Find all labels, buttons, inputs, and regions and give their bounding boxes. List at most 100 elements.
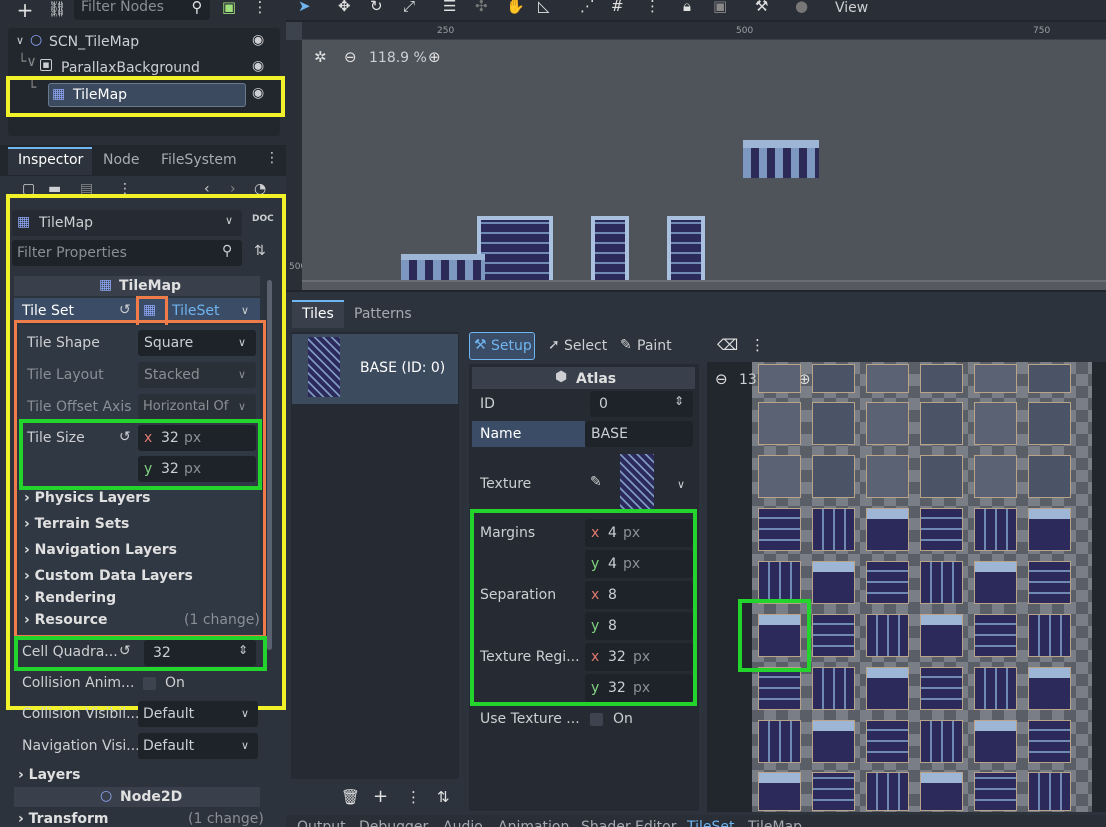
atlas-tile[interactable]: [974, 720, 1017, 763]
atlas-tile[interactable]: [1028, 364, 1071, 393]
atlas-tile[interactable]: [812, 614, 855, 657]
atlas-tile[interactable]: [920, 561, 963, 604]
atlas-tile[interactable]: [866, 720, 909, 763]
tab-debugger[interactable]: Debugger: [359, 819, 428, 827]
tab-shader-editor[interactable]: Shader Editor: [581, 819, 676, 827]
atlas-tile[interactable]: [758, 402, 801, 445]
instance-scene-icon[interactable]: ▣: [218, 0, 240, 16]
atlas-tile[interactable]: [920, 772, 963, 811]
atlas-tile[interactable]: [758, 561, 801, 604]
more-icon[interactable]: ⋮: [265, 150, 279, 166]
group-icon[interactable]: ▣: [713, 0, 727, 15]
atlas-tile[interactable]: [812, 402, 855, 445]
scale-tool-icon[interactable]: ⤢: [403, 0, 415, 15]
atlas-tile[interactable]: [920, 402, 963, 445]
atlas-tile[interactable]: [974, 772, 1017, 811]
atlas-tile[interactable]: [974, 455, 1017, 498]
grid-snap-icon[interactable]: #: [611, 0, 624, 15]
move-tool-icon[interactable]: ✥: [338, 0, 351, 15]
select-mode-button[interactable]: Select: [564, 338, 607, 354]
tab-output[interactable]: Output: [297, 819, 346, 827]
select-tool-icon[interactable]: ➤: [298, 0, 311, 15]
sort-icon[interactable]: ⇅: [437, 788, 450, 806]
atlas-tile[interactable]: [812, 720, 855, 763]
tab-tilemap[interactable]: TileMap: [748, 819, 802, 827]
atlas-tile[interactable]: [920, 508, 963, 551]
atlas-tile[interactable]: [812, 508, 855, 551]
atlas-tile[interactable]: [866, 772, 909, 811]
more-icon[interactable]: ⋮: [406, 788, 421, 806]
texture-edit-icon[interactable]: ✎: [590, 474, 602, 490]
atlas-tile[interactable]: [1028, 772, 1071, 811]
atlas-tile[interactable]: [758, 772, 801, 811]
atlas-tile[interactable]: [812, 364, 855, 393]
view-menu[interactable]: View: [835, 0, 868, 16]
tab-filesystem[interactable]: FileSystem: [161, 152, 237, 168]
pan-tool-icon[interactable]: ✋: [506, 0, 525, 15]
zoom-out-icon[interactable]: ⊖: [344, 48, 357, 66]
smart-snap-icon[interactable]: ⋰: [580, 0, 595, 15]
atlas-tile[interactable]: [1028, 402, 1071, 445]
more-icon[interactable]: ⋮: [645, 0, 660, 15]
atlas-tile[interactable]: [1028, 455, 1071, 498]
use-texture-checkbox[interactable]: [590, 713, 603, 726]
add-node-icon[interactable]: +: [14, 0, 36, 22]
atlas-tile[interactable]: [1028, 720, 1071, 763]
atlas-tile[interactable]: [920, 614, 963, 657]
atlas-tile[interactable]: [1028, 614, 1071, 657]
tab-animation[interactable]: Animation: [498, 819, 569, 827]
camera-override-icon[interactable]: ●: [795, 0, 808, 15]
atlas-tile[interactable]: [812, 667, 855, 710]
chevron-down-icon[interactable]: ∨: [677, 478, 685, 491]
atlas-tile[interactable]: [974, 614, 1017, 657]
atlas-tile[interactable]: [1028, 508, 1071, 551]
atlas-tile[interactable]: [758, 720, 801, 763]
zoom-out-icon[interactable]: ⊖: [715, 370, 728, 388]
atlas-tile[interactable]: [974, 561, 1017, 604]
atlas-tile[interactable]: [974, 508, 1017, 551]
atlas-tile[interactable]: [866, 667, 909, 710]
link-icon[interactable]: ⛓: [46, 0, 68, 18]
add-icon[interactable]: +: [373, 786, 388, 807]
atlas-tile[interactable]: [866, 364, 909, 393]
atlas-tile[interactable]: [920, 364, 963, 393]
atlas-tile[interactable]: [758, 667, 801, 710]
ruler-tool-icon[interactable]: ◺: [538, 0, 550, 15]
rotate-tool-icon[interactable]: ↻: [370, 0, 383, 15]
skeleton-icon[interactable]: ⚒: [755, 0, 768, 15]
atlas-tile[interactable]: [866, 455, 909, 498]
atlas-tile[interactable]: [866, 508, 909, 551]
atlas-tile[interactable]: [758, 508, 801, 551]
atlas-tile[interactable]: [974, 364, 1017, 393]
atlas-tile[interactable]: [1028, 561, 1071, 604]
atlas-tile[interactable]: [758, 455, 801, 498]
pivot-icon[interactable]: ✣: [475, 0, 488, 15]
atlas-tile[interactable]: [920, 720, 963, 763]
tab-node[interactable]: Node: [103, 152, 140, 168]
atlas-tile[interactable]: [920, 667, 963, 710]
layers-section[interactable]: › Layers: [18, 767, 80, 783]
tab-tileset[interactable]: TileSet: [687, 819, 735, 827]
spin-arrows-icon[interactable]: ⇕: [674, 394, 684, 408]
more-icon[interactable]: ⋮: [250, 0, 270, 16]
visibility-eye-icon[interactable]: ◉: [252, 32, 264, 48]
collapse-icon[interactable]: ∨: [16, 34, 24, 47]
more-icon[interactable]: ⋮: [750, 336, 765, 354]
tab-patterns[interactable]: Patterns: [354, 306, 412, 322]
atlas-tile[interactable]: [812, 772, 855, 811]
atlas-tile[interactable]: [974, 402, 1017, 445]
zoom-level[interactable]: 118.9 %: [369, 50, 427, 66]
atlas-tile[interactable]: [1028, 667, 1071, 710]
tree-row-scn-tilemap[interactable]: ∨ ○ SCN_TileMap ◉: [10, 32, 278, 54]
lock-icon[interactable]: 🔒︎: [683, 0, 691, 15]
transform-section[interactable]: › Transform: [18, 811, 109, 827]
paint-mode-button[interactable]: Paint: [637, 338, 672, 354]
visibility-eye-icon[interactable]: ◉: [252, 58, 264, 74]
atlas-tile[interactable]: [974, 667, 1017, 710]
texture-preview[interactable]: [620, 454, 654, 512]
delete-icon[interactable]: 🗑︎: [341, 788, 360, 806]
atlas-tile[interactable]: [812, 455, 855, 498]
atlas-tile[interactable]: [920, 455, 963, 498]
tab-audio[interactable]: Audio: [443, 819, 483, 827]
atlas-tile[interactable]: [758, 364, 801, 393]
